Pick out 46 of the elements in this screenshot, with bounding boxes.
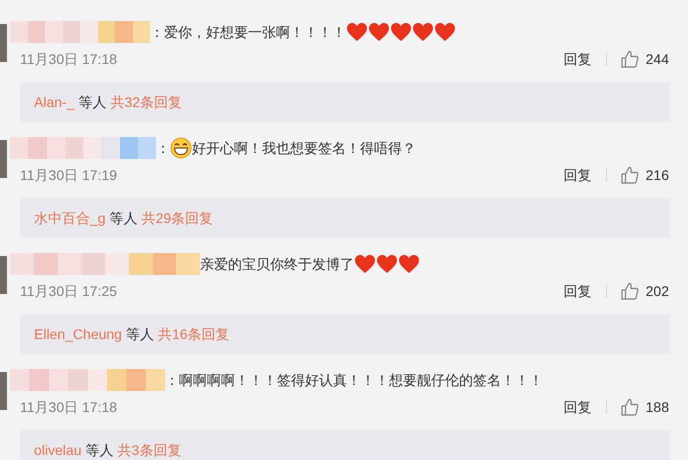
thumbs-up-icon[interactable] xyxy=(620,50,639,68)
avatar-placeholder xyxy=(0,140,7,178)
others-label: 等人 xyxy=(126,324,154,344)
thumbs-up-icon[interactable] xyxy=(620,398,639,416)
total-replies-link[interactable]: 共32条回复 xyxy=(110,92,182,112)
comment-text: 亲爱的宝贝你终于发博了 xyxy=(200,254,354,274)
like-count: 188 xyxy=(646,398,669,416)
reply-button[interactable]: 回复 xyxy=(564,396,592,418)
total-replies-link[interactable]: 共16条回复 xyxy=(158,324,230,344)
like-count: 202 xyxy=(646,282,669,300)
avatar-placeholder xyxy=(0,24,7,62)
comment-time: 11月30日 17:18 xyxy=(20,50,118,68)
heart-icon xyxy=(376,254,398,274)
thumbs-up-icon[interactable] xyxy=(620,166,639,184)
heart-icon xyxy=(354,254,376,274)
others-label: 等人 xyxy=(85,440,114,460)
heart-icon xyxy=(368,22,390,42)
others-label: 等人 xyxy=(110,208,138,228)
total-replies-link[interactable]: 共3条回复 xyxy=(117,440,182,460)
avatar-placeholder xyxy=(0,256,7,294)
reply-button[interactable]: 回复 xyxy=(564,280,592,302)
grinning-face-icon xyxy=(170,137,192,159)
reply-user-link[interactable]: 水中百合_g xyxy=(34,208,106,228)
comment-text: 好开心啊！我也想要签名！得唔得？ xyxy=(192,138,416,158)
comment-text: ： xyxy=(156,138,170,158)
heart-icon xyxy=(390,22,412,42)
reply-user-link[interactable]: olivelau xyxy=(34,440,82,460)
comment-time: 11月30日 17:19 xyxy=(20,166,118,184)
heart-icon xyxy=(398,254,420,274)
thumbs-up-icon[interactable] xyxy=(620,282,639,300)
reply-button[interactable]: 回复 xyxy=(564,48,592,70)
comment-time: 11月30日 17:25 xyxy=(20,282,118,300)
reply-user-link[interactable]: Alan-_ xyxy=(34,92,74,112)
comment-text: ：啊啊啊啊！！！签得好认真！！！想要靓仔伦的签名！！！ xyxy=(165,370,543,390)
others-label: 等人 xyxy=(78,92,106,112)
like-count: 216 xyxy=(646,166,669,184)
heart-icon xyxy=(412,22,434,42)
heart-icon xyxy=(346,22,368,42)
heart-icon xyxy=(434,22,456,42)
like-count: 244 xyxy=(646,50,669,68)
total-replies-link[interactable]: 共29条回复 xyxy=(142,208,214,228)
avatar-placeholder xyxy=(0,372,7,410)
reply-user-link[interactable]: Ellen_Cheung xyxy=(34,324,122,344)
comment-text: ：爱你，好想要一张啊！！！！ xyxy=(150,22,346,42)
comment-time: 11月30日 17:18 xyxy=(20,398,118,416)
reply-button[interactable]: 回复 xyxy=(564,164,592,186)
